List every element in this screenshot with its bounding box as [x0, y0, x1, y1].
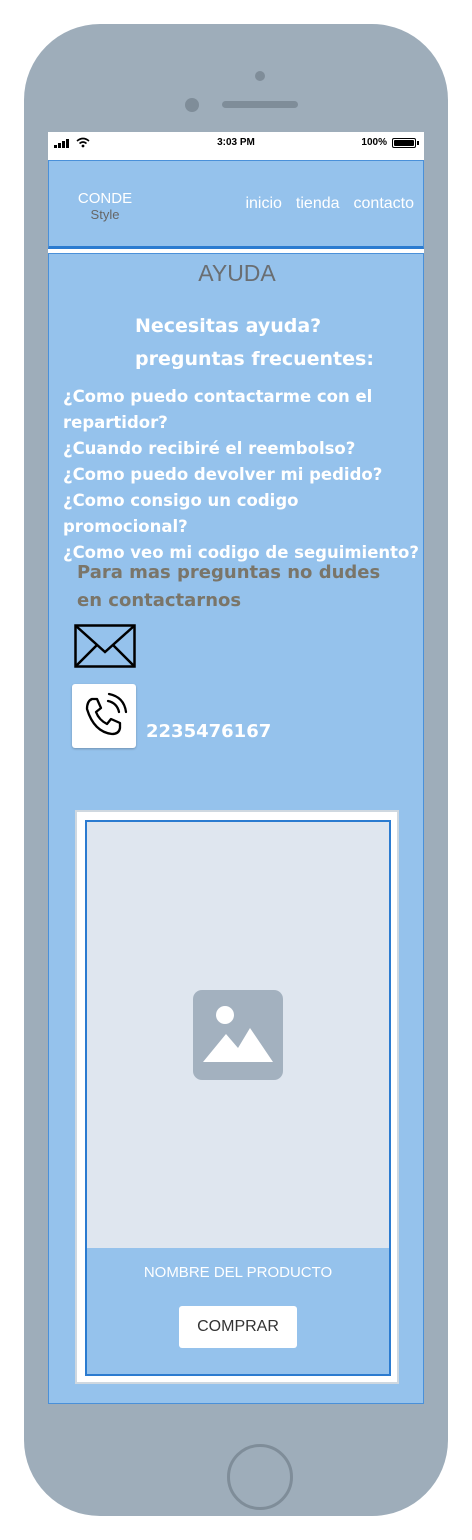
image-placeholder-icon [193, 990, 283, 1080]
main-nav: inicio tienda contacto [245, 195, 414, 213]
product-card-inner: NOMBRE DEL PRODUCTO COMPRAR [85, 820, 391, 1376]
nav-inicio[interactable]: inicio [245, 195, 281, 213]
site-header: CONDE Style inicio tienda contacto [48, 160, 424, 249]
logo-sub: Style [90, 207, 120, 222]
faq-item[interactable]: ¿Como puedo devolver mi pedido? [63, 462, 419, 488]
faq-item[interactable]: ¿Como puedo contactarme con el repartido… [63, 384, 419, 436]
battery-icon [392, 138, 416, 148]
phone-ringing-icon [85, 692, 128, 736]
faq-item[interactable]: ¿Cuando recibiré el reembolso? [63, 436, 419, 462]
phone-icon-button[interactable] [72, 684, 136, 748]
product-card: NOMBRE DEL PRODUCTO COMPRAR [75, 810, 399, 1384]
main-content: AYUDA Necesitas ayuda? preguntas frecuen… [48, 253, 424, 1404]
nav-tienda[interactable]: tienda [296, 195, 340, 213]
speaker-slot [222, 101, 298, 108]
envelope-icon[interactable] [74, 624, 136, 668]
faq-item[interactable]: ¿Como consigo un codigo promocional? [63, 488, 419, 540]
more-questions-text: Para mas preguntas no dudes en contactar… [77, 562, 381, 611]
page-title: AYUDA [198, 260, 276, 286]
battery-percent: 100% [361, 137, 387, 148]
screen: 3:03 PM 100% CONDE Style inicio tienda c… [48, 132, 424, 1404]
product-name: NOMBRE DEL PRODUCTO [143, 1264, 333, 1281]
product-card-footer: NOMBRE DEL PRODUCTO COMPRAR [87, 1248, 389, 1374]
help-line-1: Necesitas ayuda? [135, 315, 322, 337]
nav-contacto[interactable]: contacto [354, 195, 414, 213]
help-line-2: preguntas frecuentes: [135, 348, 374, 370]
buy-button[interactable]: COMPRAR [179, 1306, 297, 1348]
battery-tip [417, 141, 419, 145]
sensor-dot [255, 71, 265, 81]
faq-list: ¿Como puedo contactarme con el repartido… [63, 384, 419, 566]
logo-main: CONDE [77, 190, 133, 207]
status-bar: 3:03 PM 100% [48, 132, 424, 154]
home-button[interactable] [227, 1444, 293, 1510]
logo[interactable]: CONDE Style [77, 191, 133, 221]
camera-icon [185, 98, 199, 112]
help-heading: Necesitas ayuda? preguntas frecuentes: [135, 310, 374, 376]
phone-number: 2235476167 [146, 721, 272, 742]
